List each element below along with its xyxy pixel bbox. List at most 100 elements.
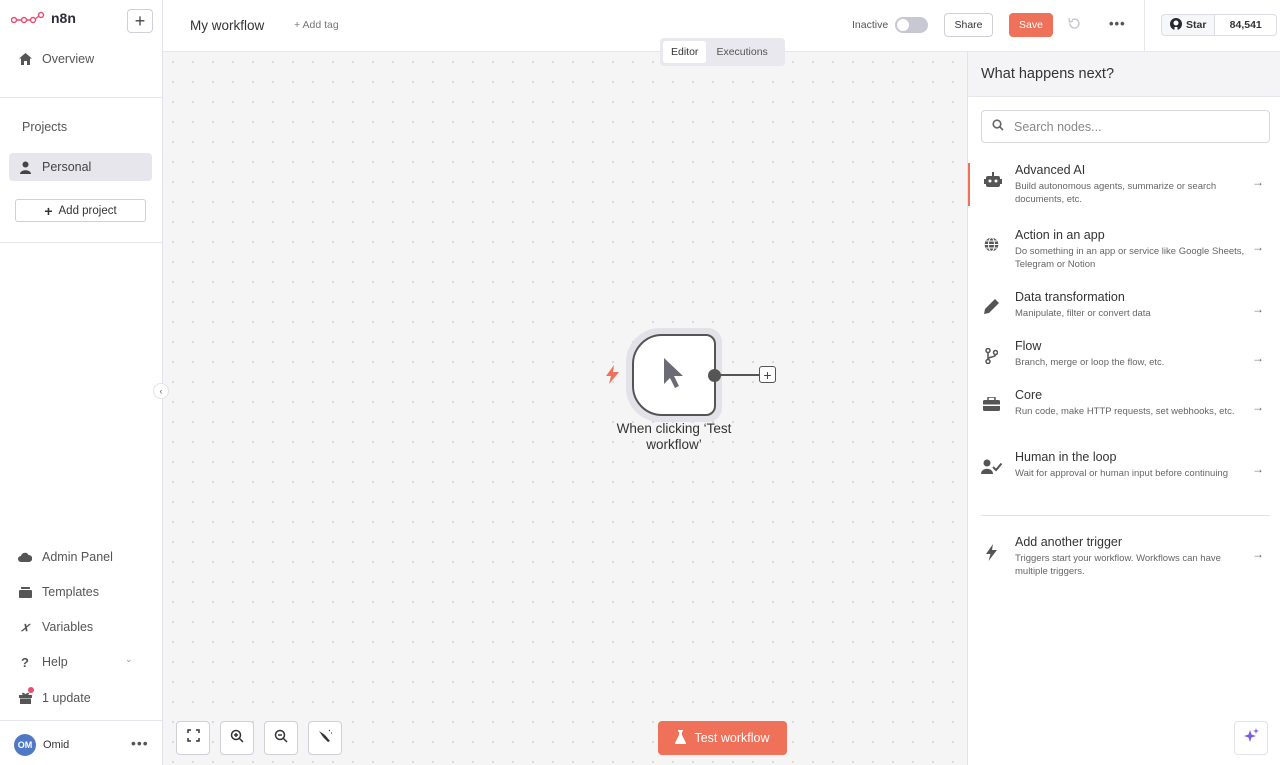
user-menu[interactable]: OM Omid •••	[0, 720, 162, 765]
category-description: Triggers start your workflow. Workflows …	[1015, 553, 1221, 577]
category-description: Branch, merge or loop the flow, etc.	[1015, 357, 1165, 368]
home-icon	[18, 52, 32, 66]
more-actions-icon[interactable]: •••	[1109, 16, 1126, 31]
projects-heading: Projects	[22, 120, 68, 134]
toolbox-icon	[968, 388, 1015, 411]
tab-executions[interactable]: Executions	[708, 41, 775, 63]
zoom-in-button[interactable]	[220, 721, 254, 755]
search-nodes-input[interactable]: Search nodes...	[981, 110, 1270, 143]
category-core[interactable]: Core Run code, make HTTP requests, set w…	[968, 388, 1280, 418]
category-human-in-the-loop[interactable]: Human in the loop Wait for approval or h…	[968, 450, 1280, 480]
notification-dot	[28, 687, 34, 693]
category-action-in-app[interactable]: Action in an app Do something in an app …	[968, 228, 1280, 271]
pen-icon	[968, 290, 1015, 314]
header-divider	[1144, 0, 1145, 52]
n8n-logo[interactable]: n8n	[11, 10, 76, 26]
node-output-connector	[719, 374, 759, 376]
active-status-label: Inactive	[852, 19, 889, 31]
sidebar-item-label: Templates	[42, 585, 99, 599]
sidebar-item-personal[interactable]: Personal	[9, 153, 152, 181]
fit-view-icon	[186, 729, 200, 747]
arrow-right-icon: →	[1252, 302, 1264, 316]
sidebar-item-variables[interactable]: 𝑥 Variables	[9, 613, 152, 641]
user-check-icon	[968, 450, 1015, 474]
sidebar-item-label: Admin Panel	[42, 550, 113, 564]
sidebar-item-label: Variables	[42, 620, 94, 634]
panel-title: What happens next?	[968, 52, 1280, 97]
zoom-in-icon	[230, 729, 244, 748]
zoom-out-icon	[274, 729, 288, 748]
category-title: Advanced AI	[1015, 163, 1086, 177]
github-star-count: 84,541	[1215, 15, 1276, 35]
trigger-bolt-icon	[606, 365, 619, 389]
manual-trigger-node[interactable]	[632, 334, 716, 416]
arrow-right-icon: →	[1252, 240, 1264, 254]
more-icon[interactable]: •••	[131, 735, 149, 751]
category-description: Run code, make HTTP requests, set webhoo…	[1015, 406, 1235, 417]
variable-icon: 𝑥	[21, 619, 29, 634]
share-button[interactable]: Share	[944, 13, 993, 37]
view-tabs: Editor Executions	[660, 38, 785, 66]
bolt-icon	[968, 535, 1015, 561]
arrow-right-icon: →	[1252, 400, 1264, 414]
panel-divider	[981, 515, 1270, 516]
cloud-icon	[18, 550, 32, 564]
chevron-down-icon: ⌄	[125, 654, 133, 664]
category-title: Flow	[1015, 339, 1042, 353]
arrow-right-icon: →	[1252, 351, 1264, 365]
active-toggle[interactable]	[895, 17, 928, 33]
n8n-logo-icon	[11, 11, 45, 24]
add-node-plus-button[interactable]: +	[759, 366, 776, 383]
sidebar-item-templates[interactable]: Templates	[9, 578, 152, 606]
tab-editor[interactable]: Editor	[663, 41, 707, 63]
category-title: Data transformation	[1015, 290, 1125, 304]
question-icon: ?	[21, 654, 29, 670]
branch-icon	[968, 339, 1015, 364]
category-description: Manipulate, filter or convert data	[1015, 308, 1151, 319]
tidy-up-button[interactable]	[308, 721, 342, 755]
github-star-label: Star	[1186, 19, 1207, 31]
plus-icon: +	[44, 202, 53, 219]
category-description: Do something in an app or service like G…	[1015, 246, 1245, 270]
sidebar-item-updates[interactable]: 1 update	[9, 684, 152, 712]
add-another-trigger[interactable]: Add another trigger Triggers start your …	[968, 535, 1280, 578]
workflow-canvas[interactable]: Editor Executions + When clicking ‘Test …	[163, 38, 967, 765]
broom-icon	[318, 729, 332, 748]
new-button[interactable]: +	[127, 9, 153, 33]
add-project-label: Add project	[58, 204, 117, 217]
add-project-button[interactable]: + Add project	[15, 199, 146, 222]
history-icon[interactable]	[1068, 17, 1081, 33]
test-workflow-button[interactable]: Test workflow	[658, 721, 787, 755]
globe-icon	[968, 228, 1015, 252]
search-placeholder: Search nodes...	[1014, 119, 1102, 134]
sidebar-divider	[0, 97, 162, 98]
category-title: Core	[1015, 388, 1043, 402]
sidebar-item-label: Personal	[42, 160, 92, 174]
category-data-transformation[interactable]: Data transformation Manipulate, filter o…	[968, 290, 1280, 320]
user-name: Omid	[43, 739, 70, 751]
workflow-name[interactable]: My workflow	[190, 18, 264, 33]
save-button[interactable]: Save	[1009, 13, 1053, 37]
collapse-sidebar-button[interactable]: ‹	[153, 383, 169, 399]
sparkle-icon	[1243, 727, 1259, 749]
search-icon	[992, 119, 1004, 134]
templates-icon	[18, 585, 32, 599]
category-title: Human in the loop	[1015, 450, 1117, 464]
zoom-out-button[interactable]	[264, 721, 298, 755]
sidebar-item-overview[interactable]: Overview	[9, 45, 152, 73]
ask-ai-button[interactable]	[1234, 721, 1268, 755]
sidebar: n8n + Overview Projects Personal + Add p…	[0, 0, 163, 765]
fit-view-button[interactable]	[176, 721, 210, 755]
category-flow[interactable]: Flow Branch, merge or loop the flow, etc…	[968, 339, 1280, 369]
sidebar-item-admin-panel[interactable]: Admin Panel	[9, 543, 152, 571]
logo-text: n8n	[51, 10, 76, 26]
arrow-right-icon: →	[1252, 547, 1264, 561]
gift-icon	[18, 687, 34, 705]
add-tag-link[interactable]: + Add tag	[294, 19, 339, 31]
category-advanced-ai[interactable]: Advanced AI Build autonomous agents, sum…	[968, 163, 1280, 206]
sidebar-item-help[interactable]: ? Help ⌄	[9, 648, 152, 676]
github-star-button[interactable]: Star 84,541	[1161, 14, 1277, 36]
flask-icon	[675, 729, 687, 747]
cursor-icon	[662, 357, 686, 394]
category-description: Build autonomous agents, summarize or se…	[1015, 181, 1217, 205]
